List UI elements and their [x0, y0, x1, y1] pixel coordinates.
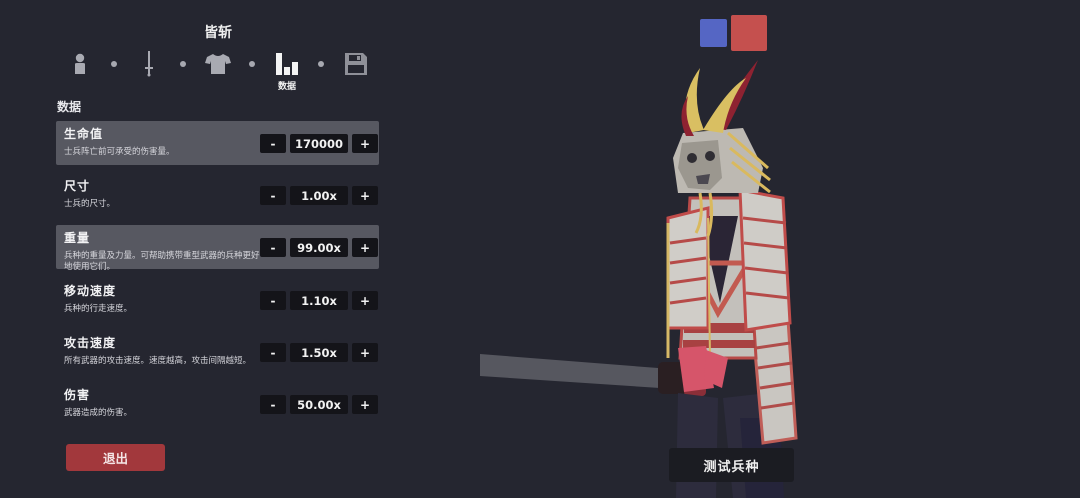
stat-row: 生命值士兵阵亡前可承受的伤害量。 -170000 + [56, 121, 379, 165]
stat-name: 重量 [64, 231, 91, 245]
exit-button[interactable]: 退出 [66, 444, 165, 471]
stat-description: 士兵的尺寸。 [64, 199, 116, 209]
increase-button[interactable]: + [352, 134, 378, 153]
stat-value: 1.00x [290, 186, 348, 205]
tab-unit-base[interactable] [66, 50, 94, 78]
stat-value: 50.00x [290, 395, 348, 414]
tab-save[interactable] [342, 50, 370, 78]
stat-description: 士兵阵亡前可承受的伤害量。 [64, 147, 175, 157]
decrease-button[interactable]: - [260, 134, 286, 153]
tab-weapons[interactable] [135, 50, 163, 78]
increase-button[interactable]: + [352, 291, 378, 310]
decrease-button[interactable]: - [260, 395, 286, 414]
increase-button[interactable]: + [352, 343, 378, 362]
stat-name: 伤害 [64, 388, 91, 402]
sword-icon [145, 51, 153, 77]
stat-name: 移动速度 [64, 284, 117, 298]
tab-clothing[interactable] [204, 50, 232, 78]
shirt-icon [205, 54, 231, 74]
tab-stats-label: 数据 [277, 82, 296, 92]
section-title: 数据 [57, 100, 82, 114]
decrease-button[interactable]: - [260, 343, 286, 362]
stat-description: 兵种的重量及力量。可帮助携带重型武器的兵种更好地使用它们。 [64, 251, 260, 272]
unit-name-title: 皆斩 [204, 25, 232, 41]
stat-value: 170000 [290, 134, 348, 153]
stat-description: 兵种的行走速度。 [64, 304, 133, 314]
person-icon [75, 53, 85, 74]
increase-button[interactable]: + [352, 186, 378, 205]
decrease-button[interactable]: - [260, 291, 286, 310]
team-red-swatch[interactable] [731, 15, 767, 51]
stat-value: 99.00x [290, 238, 348, 257]
stat-row: 伤害武器造成的伤害。 -50.00x + [56, 382, 379, 426]
samurai-unit-model [480, 60, 798, 498]
stat-value: 1.10x [290, 291, 348, 310]
decrease-button[interactable]: - [260, 186, 286, 205]
decrease-button[interactable]: - [260, 238, 286, 257]
team-blue-swatch[interactable] [700, 19, 727, 47]
tab-stats[interactable] [273, 50, 301, 78]
test-unit-button[interactable]: 测试兵种 [669, 448, 794, 482]
stat-value: 1.50x [290, 343, 348, 362]
increase-button[interactable]: + [352, 395, 378, 414]
stat-name: 尺寸 [64, 179, 91, 193]
save-icon [345, 53, 367, 75]
stat-row: 尺寸士兵的尺寸。 -1.00x + [56, 173, 379, 217]
stat-name: 生命值 [64, 127, 104, 141]
stat-name: 攻击速度 [64, 336, 117, 350]
stat-row: 攻击速度所有武器的攻击速度。速度越高，攻击间隔越短。 -1.50x + [56, 330, 379, 374]
stats-bars-icon [276, 53, 298, 75]
stat-description: 所有武器的攻击速度。速度越高，攻击间隔越短。 [64, 356, 252, 366]
stat-row: 重量兵种的重量及力量。可帮助携带重型武器的兵种更好地使用它们。 -99.00x + [56, 225, 379, 272]
stat-description: 武器造成的伤害。 [64, 408, 133, 418]
stat-row: 移动速度兵种的行走速度。 -1.10x + [56, 278, 379, 322]
increase-button[interactable]: + [352, 238, 378, 257]
